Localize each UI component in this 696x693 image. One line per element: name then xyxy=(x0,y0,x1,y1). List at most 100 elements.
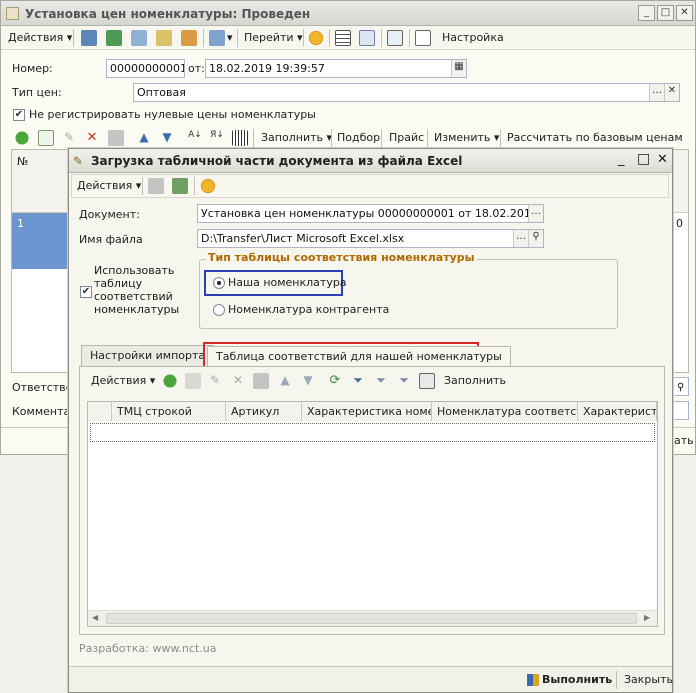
search-icon[interactable]: ⚲ xyxy=(528,230,543,247)
goto-menu[interactable]: Перейти ▾ xyxy=(244,30,303,46)
main-window-titlebar: Установка цен номенклатуры: Проведен _ □… xyxy=(1,1,695,26)
help-icon[interactable] xyxy=(308,30,324,46)
ok-button[interactable]: ать xyxy=(674,434,694,447)
list-icon[interactable] xyxy=(415,30,431,46)
filter-icon[interactable]: ⏷ xyxy=(350,373,366,389)
sort-asc-icon[interactable]: А↓ xyxy=(187,130,203,146)
refresh-icon[interactable] xyxy=(106,30,122,46)
horizontal-scrollbar[interactable]: ◀ ▶ xyxy=(88,610,657,626)
toolbar-separator xyxy=(331,129,332,147)
sort-desc-icon[interactable]: Я↓ xyxy=(209,130,225,146)
zero-prices-checkbox[interactable]: ✔ xyxy=(13,109,25,121)
edit-row-icon[interactable]: ✎ xyxy=(61,130,77,146)
move-down-icon[interactable]: ▼ xyxy=(300,373,316,389)
column-header[interactable]: Артикул xyxy=(226,402,302,421)
number-field[interactable]: 00000000001 xyxy=(106,59,185,78)
restore-settings-icon[interactable] xyxy=(172,178,188,194)
add-row-icon[interactable] xyxy=(14,130,30,146)
close-button[interactable]: ✕ xyxy=(676,5,693,21)
copy-row-icon[interactable] xyxy=(38,130,54,146)
select-button[interactable]: Подбор xyxy=(337,130,380,146)
table-row[interactable]: 1 xyxy=(12,213,69,269)
price-list-button[interactable]: Прайс xyxy=(389,130,424,146)
table-row[interactable] xyxy=(90,423,655,442)
toolbar-separator xyxy=(203,29,204,47)
developer-link[interactable]: Разработка: www.nct.ua xyxy=(79,642,216,655)
grid-fill-button[interactable]: Заполнить xyxy=(444,373,506,389)
radio-ours[interactable] xyxy=(213,277,225,289)
enter-based-icon[interactable] xyxy=(209,30,225,46)
mapping-grid[interactable]: ТМЦ строкой Артикул Характеристика номе.… xyxy=(87,401,658,627)
column-header[interactable]: ТМЦ строкой xyxy=(112,402,226,421)
delete-row-icon[interactable]: ✕ xyxy=(84,130,100,146)
close-dialog-button[interactable]: Закрыть xyxy=(624,673,673,686)
radio-counterparty[interactable] xyxy=(213,304,225,316)
select-document-button[interactable]: … xyxy=(528,205,543,222)
comment-field[interactable] xyxy=(673,401,689,420)
scroll-left-icon[interactable]: ◀ xyxy=(92,613,98,622)
report-icon[interactable] xyxy=(181,30,197,46)
responsible-field[interactable]: ⚲ xyxy=(673,377,689,396)
move-up-icon[interactable]: ▲ xyxy=(136,130,152,146)
toolbar-separator xyxy=(237,29,238,47)
refresh-icon[interactable]: ⟳ xyxy=(327,373,343,389)
find-icon[interactable] xyxy=(387,30,403,46)
scrollbar-thumb[interactable] xyxy=(106,613,637,624)
search-icon[interactable]: ⚲ xyxy=(677,382,684,393)
dialog-footer: Выполнить Закрыть xyxy=(69,666,673,692)
price-type-field[interactable]: Оптовая … ✕ xyxy=(133,83,680,102)
clear-button[interactable]: ✕ xyxy=(664,84,679,101)
close-button[interactable]: ✕ xyxy=(657,152,668,167)
toolbar-separator xyxy=(303,29,304,47)
radio-ours-label: Наша номенклатура xyxy=(228,276,347,289)
document-field[interactable]: Установка цен номенклатуры 00000000001 о… xyxy=(197,204,544,223)
clear-filter-icon[interactable]: ⏷ xyxy=(396,373,412,389)
column-header[interactable]: Номенклатура соответст... xyxy=(432,402,578,421)
enter-based-dropdown[interactable]: ▾ xyxy=(227,30,233,46)
end-edit-icon[interactable] xyxy=(253,373,269,389)
move-up-icon[interactable]: ▲ xyxy=(277,373,293,389)
column-header[interactable]: Характеристика номе... xyxy=(302,402,432,421)
structure-icon[interactable] xyxy=(335,30,351,46)
change-menu[interactable]: Изменить ▾ xyxy=(434,130,499,146)
tab-mapping-table[interactable]: Таблица соответствий для нашей номенклат… xyxy=(207,346,511,367)
copy-row-icon[interactable] xyxy=(185,373,201,389)
barcode-icon[interactable] xyxy=(232,130,248,146)
print-icon[interactable] xyxy=(419,373,435,389)
scroll-right-icon[interactable]: ▶ xyxy=(644,613,650,622)
column-header[interactable]: Характеристик xyxy=(578,402,657,421)
calc-base-prices-button[interactable]: Рассчитать по базовым ценам xyxy=(507,130,683,146)
footer-separator xyxy=(616,671,617,689)
minimize-button[interactable]: _ xyxy=(638,5,655,21)
post-icon[interactable] xyxy=(81,30,97,46)
save-settings-icon[interactable] xyxy=(148,178,164,194)
add-row-icon[interactable] xyxy=(162,373,178,389)
filter-list-icon[interactable]: ⏷ xyxy=(373,373,389,389)
toolbar-separator xyxy=(381,129,382,147)
fill-menu[interactable]: Заполнить ▾ xyxy=(261,130,332,146)
use-table-checkbox[interactable]: ✔ xyxy=(80,286,92,298)
browse-file-button[interactable]: … xyxy=(513,230,528,247)
delete-row-icon[interactable]: ✕ xyxy=(230,373,246,389)
hierarchy-icon[interactable] xyxy=(359,30,375,46)
grid-actions-menu[interactable]: Действия ▾ xyxy=(91,373,155,389)
run-button[interactable]: Выполнить xyxy=(542,673,612,686)
edit-row-icon[interactable]: ✎ xyxy=(207,373,223,389)
help-icon[interactable] xyxy=(200,178,216,194)
dialog-actions-menu[interactable]: Действия ▾ xyxy=(77,178,141,194)
move-down-icon[interactable]: ▼ xyxy=(159,130,175,146)
calendar-icon[interactable]: ▦ xyxy=(451,60,466,77)
maximize-button[interactable]: □ xyxy=(637,151,650,167)
minimize-button[interactable]: _ xyxy=(618,152,625,167)
zero-prices-label: Не регистрировать нулевые цены номенклат… xyxy=(29,108,316,121)
copy-icon[interactable] xyxy=(131,30,147,46)
settings-button[interactable]: Настройка xyxy=(442,30,504,46)
file-name-field[interactable]: D:\Transfer\Лист Microsoft Excel.xlsx … … xyxy=(197,229,544,248)
tab-import-settings[interactable]: Настройки импорта xyxy=(81,345,215,366)
actions-menu[interactable]: Действия ▾ xyxy=(8,30,72,46)
print-icon[interactable] xyxy=(156,30,172,46)
end-edit-icon[interactable] xyxy=(108,130,124,146)
select-button[interactable]: … xyxy=(649,84,664,101)
date-field[interactable]: 18.02.2019 19:39:57 ▦ xyxy=(205,59,467,78)
maximize-button[interactable]: □ xyxy=(657,5,674,21)
